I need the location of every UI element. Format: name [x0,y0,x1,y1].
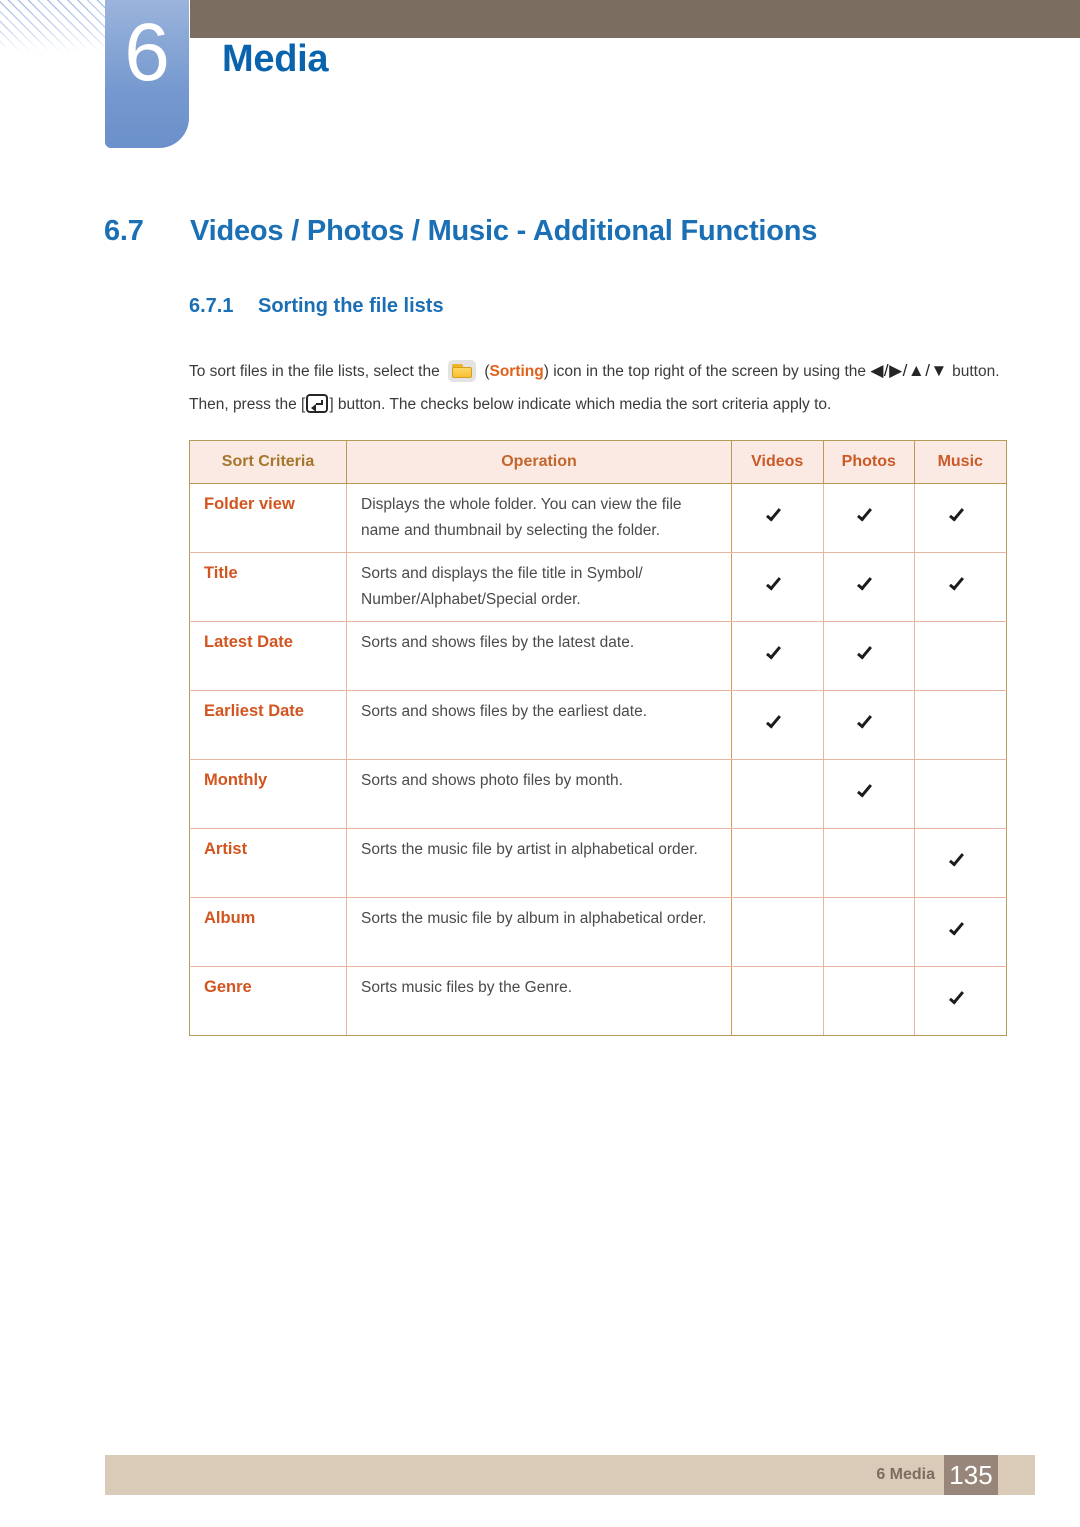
cell-check-videos [731,897,824,967]
cell-sort-criteria: Folder view [189,483,347,553]
paragraph-part-4: ] button. The checks below indicate whic… [329,396,832,413]
column-header-music: Music [914,440,1007,484]
dpad-direction-icons: ◀/▶/▲/▼ [870,361,948,380]
table-row: Title Sorts and displays the file title i… [189,552,1007,622]
cell-operation: Sorts and shows files by the latest date… [346,621,732,691]
check-icon [858,712,879,733]
page-footer: 6 Media 135 [105,1455,1035,1495]
section-heading: 6.7 Videos / Photos / Music - Additional … [104,215,1004,248]
table-row: Artist Sorts the music file by artist in … [189,828,1007,898]
cell-check-music [914,690,1007,760]
cell-check-music [914,966,1007,1036]
table-row: Latest Date Sorts and shows files by the … [189,621,1007,691]
cell-sort-criteria: Title [189,552,347,622]
footer-chapter-label: 6 Media [876,1466,935,1483]
column-header-operation: Operation [346,440,732,484]
chapter-title: Media [222,38,329,80]
cell-operation: Sorts the music file by album in alphabe… [346,897,732,967]
footer-page-number: 135 [944,1455,998,1495]
cell-sort-criteria: Monthly [189,759,347,829]
cell-check-photos [822,621,915,691]
cell-check-videos [731,828,824,898]
table-row: Genre Sorts music files by the Genre. [189,966,1007,1036]
cell-check-music [914,483,1007,553]
cell-check-videos [731,759,824,829]
check-icon [858,505,879,526]
enter-button-icon [306,394,329,413]
header-brown-bar [190,0,1080,38]
cell-operation: Sorts and displays the file title in Sym… [346,552,732,622]
sort-criteria-table: Sort Criteria Operation Videos Photos Mu… [189,440,1007,1036]
check-icon [950,919,971,940]
cell-check-videos [731,483,824,553]
chapter-tab: 6 [105,0,189,148]
cell-sort-criteria: Album [189,897,347,967]
check-icon [767,643,788,664]
chapter-number: 6 [124,7,170,98]
column-header-videos: Videos [731,440,824,484]
check-icon [858,643,879,664]
subsection-number: 6.7.1 [189,295,234,317]
cell-operation: Sorts and shows photo files by month. [346,759,732,829]
check-icon [950,505,971,526]
check-icon [858,574,879,595]
paren-close: ) [543,363,549,380]
check-icon [950,574,971,595]
table-row: Album Sorts the music file by album in al… [189,897,1007,967]
cell-check-videos [731,621,824,691]
section-number: 6.7 [104,215,144,247]
cell-operation: Sorts music files by the Genre. [346,966,732,1036]
check-icon [767,712,788,733]
cell-check-photos [822,828,915,898]
intro-paragraph: To sort files in the file lists, select … [189,354,1015,421]
cell-sort-criteria: Artist [189,828,347,898]
paragraph-part-2: icon in the top right of the screen by u… [553,363,866,380]
subsection-heading: 6.7.1 Sorting the file lists [189,295,444,318]
cell-sort-criteria: Genre [189,966,347,1036]
cell-check-music [914,828,1007,898]
check-icon [950,988,971,1009]
cell-check-videos [731,690,824,760]
cell-check-photos [822,690,915,760]
table-row: Earliest Date Sorts and shows files by th… [189,690,1007,760]
paragraph-part-1: To sort files in the file lists, select … [189,363,440,380]
table-row: Folder view Displays the whole folder. Yo… [189,483,1007,553]
cell-check-photos [822,552,915,622]
table-body: Folder view Displays the whole folder. Yo… [189,483,1007,1036]
section-title: Videos / Photos / Music - Additional Fun… [190,215,818,247]
cell-check-music [914,897,1007,967]
check-icon [767,574,788,595]
cell-operation: Sorts the music file by artist in alphab… [346,828,732,898]
check-icon [950,850,971,871]
cell-check-photos [822,897,915,967]
cell-check-videos [731,552,824,622]
sorting-emphasis: Sorting [489,363,544,380]
cell-check-videos [731,966,824,1036]
column-header-sort-criteria: Sort Criteria [189,440,347,484]
column-header-photos: Photos [822,440,915,484]
cell-operation: Sorts and shows files by the earliest da… [346,690,732,760]
table-header-row: Sort Criteria Operation Videos Photos Mu… [189,440,1007,484]
cell-check-photos [822,966,915,1036]
folder-sorting-icon [448,360,476,382]
page-header: 6 Media [0,0,1080,160]
cell-check-photos [822,483,915,553]
diagonal-hatch-decoration [0,0,112,52]
table-row: Monthly Sorts and shows photo files by mo… [189,759,1007,829]
cell-sort-criteria: Earliest Date [189,690,347,760]
cell-operation: Displays the whole folder. You can view … [346,483,732,553]
cell-sort-criteria: Latest Date [189,621,347,691]
cell-check-music [914,621,1007,691]
cell-check-photos [822,759,915,829]
cell-check-music [914,759,1007,829]
check-icon [858,781,879,802]
check-icon [767,505,788,526]
cell-check-music [914,552,1007,622]
subsection-title: Sorting the file lists [258,295,444,317]
table-header: Sort Criteria Operation Videos Photos Mu… [189,440,1007,484]
